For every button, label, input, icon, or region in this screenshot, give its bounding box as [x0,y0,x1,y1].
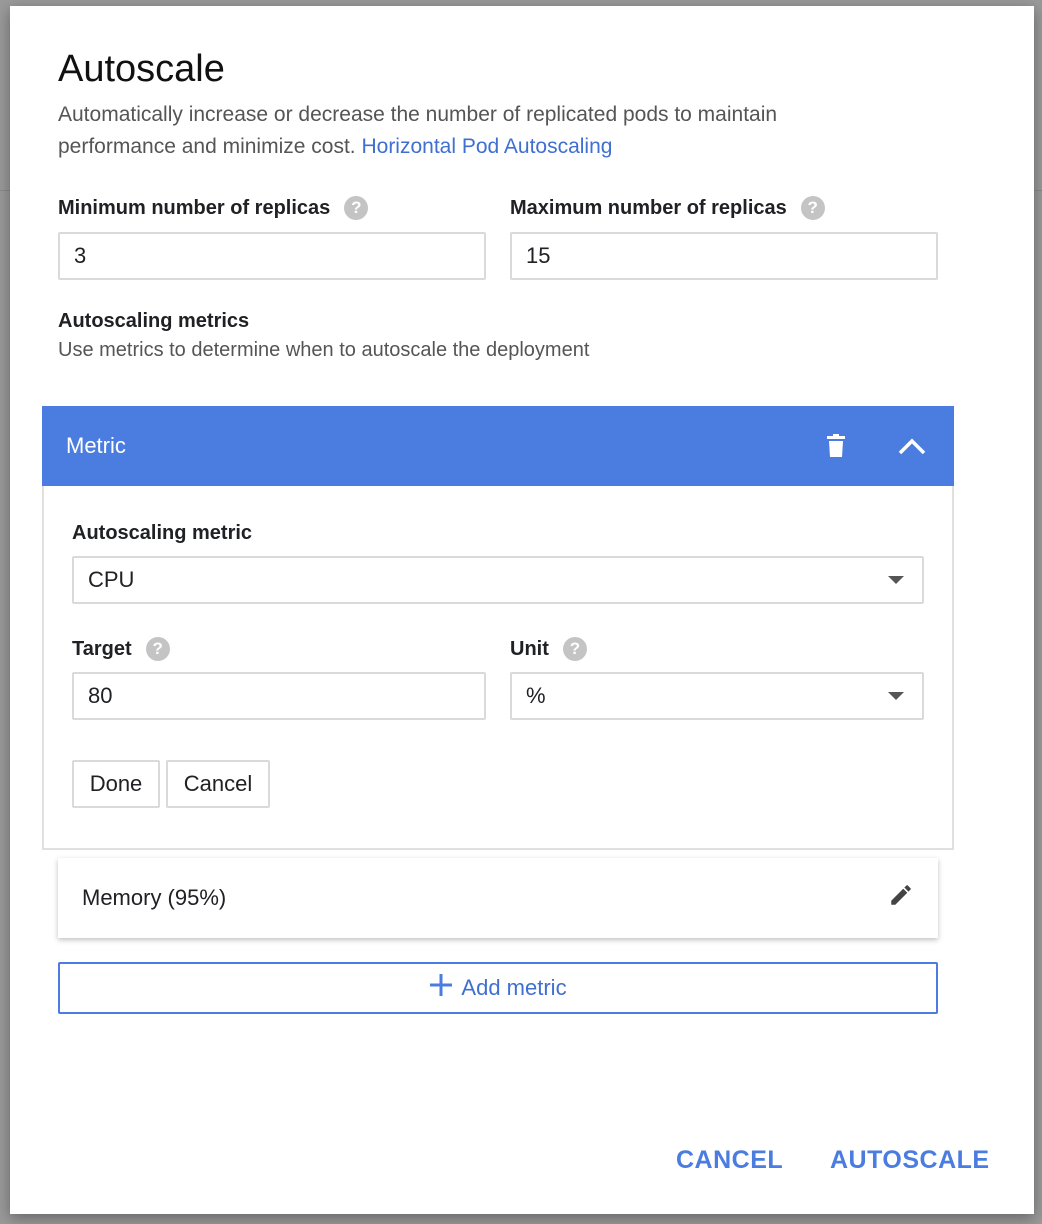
autoscaling-metric-select[interactable]: CPU [72,556,924,604]
cancel-metric-button[interactable]: Cancel [166,760,270,808]
unit-label: Unit ? [510,637,587,661]
plus-icon [429,973,453,1003]
target-input[interactable]: 80 [72,672,486,720]
target-label: Target ? [72,637,170,661]
min-replicas-input[interactable]: 3 [58,232,486,280]
dropdown-caret-icon [888,692,904,700]
help-icon[interactable]: ? [800,196,825,220]
hpa-docs-link[interactable]: Horizontal Pod Autoscaling [361,135,612,158]
memory-metric-card[interactable]: Memory (95%) [58,858,938,938]
autoscaling-metric-value: CPU [88,567,135,592]
cancel-button[interactable]: CANCEL [676,1146,783,1175]
autoscaling-metric-label-text: Autoscaling metric [72,522,253,544]
unit-label-text: Unit [510,637,549,660]
autoscaling-metrics-subtitle: Use metrics to determine when to autosca… [58,339,590,361]
collapse-chevron-icon[interactable] [894,428,930,464]
autoscale-button[interactable]: AUTOSCALE [830,1146,990,1175]
help-icon[interactable]: ? [344,196,369,220]
autoscaling-metric-label: Autoscaling metric [72,522,252,545]
metric-panel-header[interactable]: Metric [42,406,954,486]
add-metric-label: Add metric [461,975,567,1000]
autoscaling-metrics-title: Autoscaling metrics [58,310,250,332]
unit-select[interactable]: % [510,672,924,720]
unit-value: % [526,683,546,708]
dialog-title: Autoscale [58,48,225,90]
add-metric-button[interactable]: Add metric [58,962,938,1014]
min-replicas-label: Minimum number of replicas ? [58,196,369,220]
memory-metric-label: Memory (95%) [82,885,227,910]
edit-pencil-icon[interactable] [888,882,914,914]
target-label-text: Target [72,637,132,660]
delete-icon[interactable] [818,428,854,464]
help-icon[interactable]: ? [145,637,170,661]
metric-panel-body: Autoscaling metric CPU Target ? 80 Unit … [42,486,954,850]
max-replicas-input[interactable]: 15 [510,232,938,280]
dialog-description: Automatically increase or decrease the n… [58,99,858,163]
max-replicas-label-text: Maximum number of replicas [510,196,787,219]
done-button[interactable]: Done [72,760,160,808]
help-icon[interactable]: ? [562,637,587,661]
min-replicas-label-text: Minimum number of replicas [58,196,331,219]
autoscale-dialog: Autoscale Automatically increase or decr… [10,6,1034,1214]
metric-panel-title: Metric [66,433,126,458]
dropdown-caret-icon [888,576,904,584]
max-replicas-label: Maximum number of replicas ? [510,196,825,220]
